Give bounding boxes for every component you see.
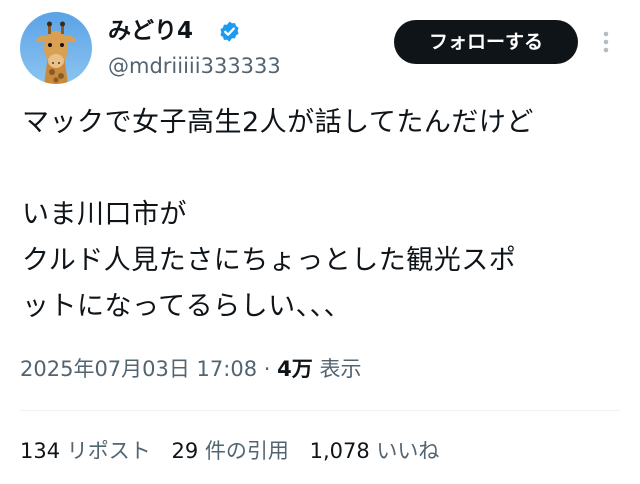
reposts-stat[interactable]: 134 リポスト [20, 439, 151, 463]
quotes-count: 29 [171, 439, 199, 463]
quotes-label: 件の引用 [204, 439, 289, 463]
avatar[interactable] [20, 12, 92, 84]
likes-count: 1,078 [309, 439, 370, 463]
tweet-meta: 2025年07月03日 17:08 · 4万 表示 [20, 354, 361, 384]
likes-label: いいね [376, 439, 440, 463]
giraffe-avatar-image [20, 12, 92, 84]
likes-stat[interactable]: 1,078 いいね [310, 439, 440, 463]
quotes-stat[interactable]: 29 件の引用 [171, 439, 288, 463]
reposts-count: 134 [20, 439, 61, 463]
tweet-timestamp[interactable]: 2025年07月03日 17:08 [20, 357, 257, 381]
follow-button[interactable]: フォローする [394, 20, 578, 64]
user-handle[interactable]: @mdriiiii333333 [108, 52, 281, 80]
display-name[interactable]: みどり4 [108, 16, 193, 46]
views-count: 4万 [277, 357, 313, 381]
engagement-stats: 134 リポスト 29 件の引用 1,078 いいね [20, 436, 453, 466]
tweet-text: マックで女子高生2人が話してたんだけど いま川口市が クルド人見たさにちょっとし… [22, 107, 534, 322]
views-label: 表示 [319, 357, 362, 381]
divider [20, 410, 620, 411]
more-vertical-icon[interactable] [596, 28, 616, 56]
meta-separator: · [263, 357, 271, 381]
verified-badge-icon [220, 21, 239, 42]
reposts-label: リポスト [66, 439, 151, 463]
